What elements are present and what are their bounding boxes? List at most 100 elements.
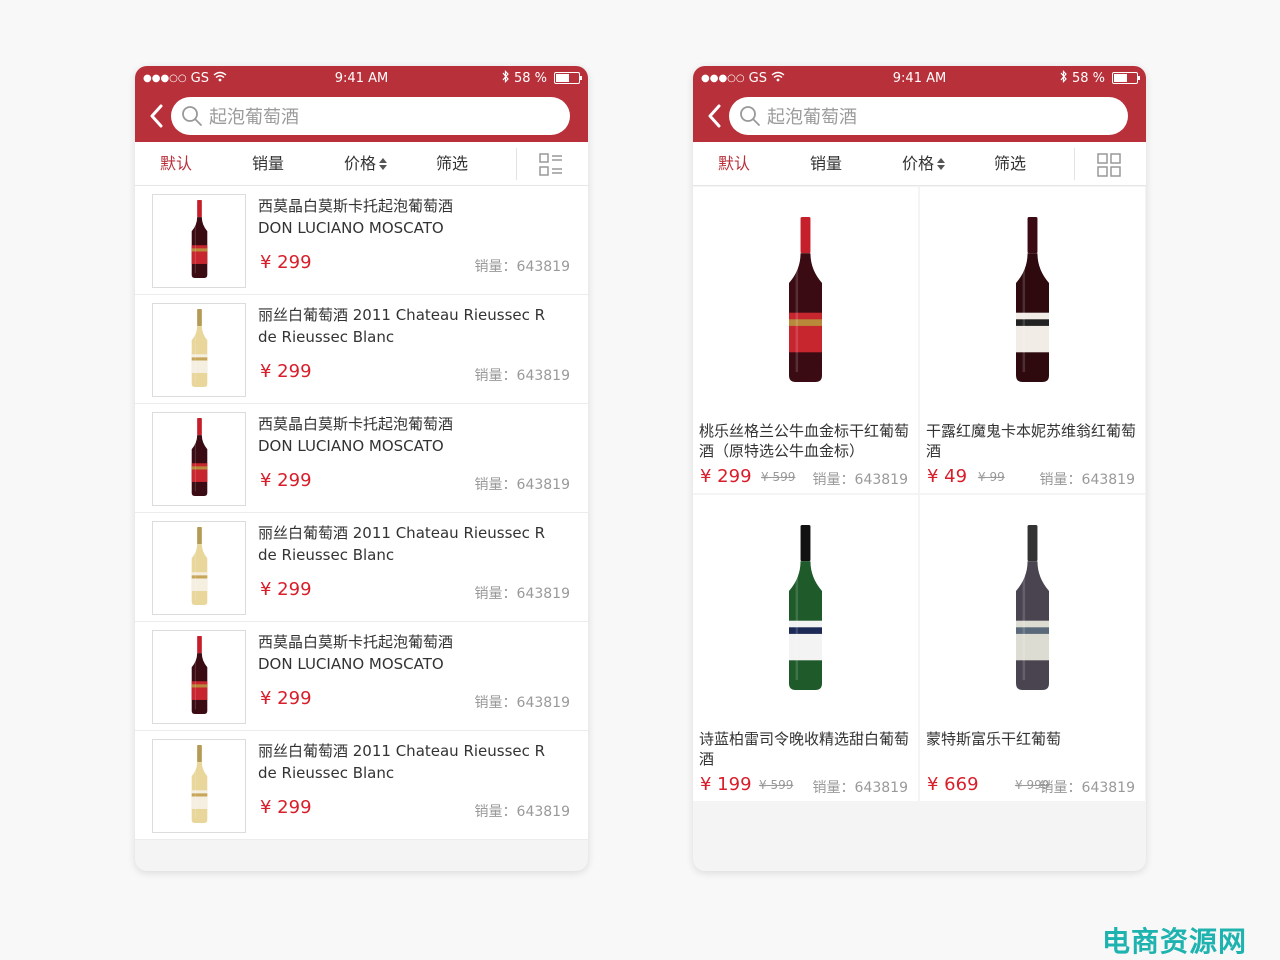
status-time: 9:41 AM — [334, 70, 389, 86]
divider — [1074, 148, 1075, 180]
product-image — [693, 187, 918, 415]
status-time: 9:41 AM — [892, 70, 947, 86]
product-price: ¥ 299 — [260, 470, 312, 491]
battery-percent: 58 % — [513, 70, 547, 86]
list-item[interactable]: 西莫晶白莫斯卡托起泡葡萄酒 DON LUCIANO MOSCATO ¥ 299 … — [135, 622, 588, 731]
back-button[interactable] — [143, 98, 169, 134]
product-title: 桃乐丝格兰公牛血金标干红葡萄酒（原特选公牛血金标） — [699, 422, 910, 460]
sort-bar: 默认 销量 价格 筛选 — [693, 142, 1146, 186]
divider — [516, 148, 517, 180]
product-title: 西莫晶白莫斯卡托起泡葡萄酒 DON LUCIANO MOSCATO — [258, 631, 568, 675]
chevron-left-icon — [150, 104, 163, 128]
wine-bottle-icon — [187, 527, 212, 609]
product-image — [920, 495, 1145, 723]
phone-list-view: ●●●○○ GS 9:41 AM 58 % 起泡葡萄酒 默认 销量 价格 筛选 … — [135, 66, 588, 871]
grid-item[interactable]: 干露红魔鬼卡本妮苏维翁红葡萄酒 ¥ 49 ¥ 99 销量：643819 — [920, 187, 1145, 493]
signal-icon: ●●●○○ — [701, 72, 745, 84]
product-price: ¥ 299 — [700, 466, 752, 487]
product-title: 蒙特斯富乐干红葡萄 — [926, 730, 1062, 748]
bluetooth-icon — [502, 69, 510, 87]
product-title-en: DON LUCIANO MOSCATO — [258, 219, 444, 237]
sort-bar: 默认 销量 价格 筛选 — [135, 142, 588, 186]
list-item[interactable]: 丽丝白葡萄酒 2011 Chateau Rieussec R de Rieuss… — [135, 513, 588, 622]
sort-price-label: 价格 — [344, 154, 377, 173]
status-bar: ●●●○○ GS 9:41 AM 58 % — [135, 66, 588, 90]
sort-default-tab[interactable]: 默认 — [718, 142, 750, 186]
wine-bottle-icon — [779, 524, 832, 694]
product-price: ¥ 299 — [260, 252, 312, 273]
wine-bottle-icon — [187, 200, 212, 282]
product-title-cn: 西莫晶白莫斯卡托起泡葡萄酒 — [258, 415, 454, 433]
wine-bottle-icon — [779, 216, 832, 386]
product-title-en: de Rieussec Blanc — [258, 546, 395, 564]
product-title: 丽丝白葡萄酒 2011 Chateau Rieussec R de Rieuss… — [258, 740, 568, 784]
product-sales: 销量：643819 — [474, 259, 570, 275]
product-price: ¥ 299 — [260, 579, 312, 600]
product-price: ¥ 299 — [260, 688, 312, 709]
product-sales: 销量：643819 — [474, 368, 570, 384]
sort-arrows-icon — [937, 158, 946, 170]
filter-tab[interactable]: 筛选 — [994, 142, 1026, 186]
product-title-en: DON LUCIANO MOSCATO — [258, 655, 444, 673]
search-icon — [181, 104, 205, 128]
original-price: ¥ 599 — [759, 778, 794, 792]
search-input[interactable]: 起泡葡萄酒 — [171, 97, 570, 135]
product-title: 西莫晶白莫斯卡托起泡葡萄酒 DON LUCIANO MOSCATO — [258, 413, 568, 457]
product-thumbnail — [152, 739, 246, 833]
sort-sales-tab[interactable]: 销量 — [252, 142, 284, 186]
sort-price-tab[interactable]: 价格 — [344, 142, 388, 186]
filter-tab[interactable]: 筛选 — [436, 142, 468, 186]
header-bar: ●●●○○ GS 9:41 AM 58 % 起泡葡萄酒 — [135, 66, 588, 142]
product-price: ¥ 299 — [260, 361, 312, 382]
status-bar: ●●●○○ GS 9:41 AM 58 % — [693, 66, 1146, 90]
back-button[interactable] — [701, 98, 727, 134]
product-thumbnail — [152, 630, 246, 724]
product-thumbnail — [152, 194, 246, 288]
product-sales: 销量：643819 — [1039, 472, 1135, 488]
wifi-icon — [213, 71, 227, 86]
battery-percent: 58 % — [1071, 70, 1105, 86]
product-title-cn: 西莫晶白莫斯卡托起泡葡萄酒 — [258, 633, 454, 651]
wine-bottle-icon — [187, 745, 212, 827]
header-bar: ●●●○○ GS 9:41 AM 58 % 起泡葡萄酒 — [693, 66, 1146, 142]
battery-icon — [554, 72, 582, 84]
battery-icon — [1112, 72, 1140, 84]
product-title-cn: 丽丝白葡萄酒 2011 Chateau Rieussec R — [258, 306, 546, 324]
product-title: 干露红魔鬼卡本妮苏维翁红葡萄酒 — [926, 422, 1137, 460]
grid-item[interactable]: 诗蓝柏雷司令晚收精选甜白葡萄酒 ¥ 199 ¥ 599 销量：643819 — [693, 495, 918, 801]
list-item[interactable]: 西莫晶白莫斯卡托起泡葡萄酒 DON LUCIANO MOSCATO ¥ 299 … — [135, 186, 588, 295]
product-sales: 销量：643819 — [812, 780, 908, 796]
sort-default-tab[interactable]: 默认 — [160, 142, 192, 186]
product-title-en: de Rieussec Blanc — [258, 328, 395, 346]
product-title: 西莫晶白莫斯卡托起泡葡萄酒 DON LUCIANO MOSCATO — [258, 195, 568, 239]
list-item[interactable]: 西莫晶白莫斯卡托起泡葡萄酒 DON LUCIANO MOSCATO ¥ 299 … — [135, 404, 588, 513]
wine-bottle-icon — [187, 309, 212, 391]
product-title-cn: 丽丝白葡萄酒 2011 Chateau Rieussec R — [258, 742, 546, 760]
product-thumbnail — [152, 303, 246, 397]
grid-item[interactable]: 蒙特斯富乐干红葡萄 ¥ 669 ¥ 999 销量：643819 — [920, 495, 1145, 801]
sort-price-label: 价格 — [902, 154, 935, 173]
wifi-icon — [771, 71, 785, 86]
list-view-toggle-icon[interactable] — [539, 153, 563, 177]
product-thumbnail — [152, 521, 246, 615]
wine-bottle-icon — [1006, 524, 1059, 694]
sort-arrows-icon — [379, 158, 388, 170]
product-sales: 销量：643819 — [474, 695, 570, 711]
sort-sales-tab[interactable]: 销量 — [810, 142, 842, 186]
watermark: 电商资源网 — [1102, 925, 1248, 958]
chevron-left-icon — [708, 104, 721, 128]
product-price: ¥ 199 — [700, 774, 752, 795]
product-sales: 销量：643819 — [474, 586, 570, 602]
product-title-en: de Rieussec Blanc — [258, 764, 395, 782]
grid-view-toggle-icon[interactable] — [1097, 153, 1121, 177]
product-sales: 销量：643819 — [1039, 780, 1135, 796]
grid-item[interactable]: 桃乐丝格兰公牛血金标干红葡萄酒（原特选公牛血金标） ¥ 299 ¥ 599 销量… — [693, 187, 918, 493]
sort-price-tab[interactable]: 价格 — [902, 142, 946, 186]
list-item[interactable]: 丽丝白葡萄酒 2011 Chateau Rieussec R de Rieuss… — [135, 295, 588, 404]
product-title-cn: 西莫晶白莫斯卡托起泡葡萄酒 — [258, 197, 454, 215]
product-sales: 销量：643819 — [812, 472, 908, 488]
product-image — [693, 495, 918, 723]
search-input[interactable]: 起泡葡萄酒 — [729, 97, 1128, 135]
list-item[interactable]: 丽丝白葡萄酒 2011 Chateau Rieussec R de Rieuss… — [135, 731, 588, 840]
product-sales: 销量：643819 — [474, 477, 570, 493]
